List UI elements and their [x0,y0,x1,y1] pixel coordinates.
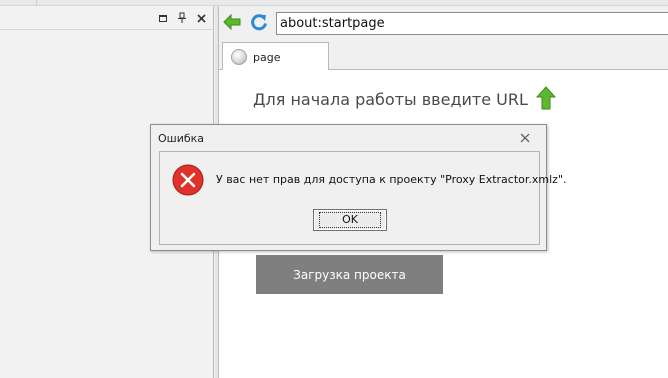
ok-button[interactable]: OK [313,209,387,231]
load-project-button[interactable]: Загрузка проекта [256,255,443,294]
up-arrow-icon[interactable] [535,86,557,110]
back-arrow-icon[interactable] [223,13,241,31]
tab-strip: page [219,38,668,71]
dialog-titlebar[interactable]: Ошибка [151,125,546,151]
close-icon[interactable] [195,12,207,24]
tab-label: page [253,50,281,64]
navigation-bar [219,6,668,38]
start-prompt: Для начала работы введите URL [253,90,528,109]
close-icon[interactable] [519,132,531,144]
error-dialog: Ошибка У вас нет прав для доступа к прое… [150,124,567,251]
url-input[interactable] [276,12,668,35]
left-panel-header [0,6,213,30]
globe-icon [231,49,247,65]
dialog-body: У вас нет прав для доступа к проекту "Pr… [159,151,567,245]
refresh-icon[interactable] [250,14,268,31]
tab-page[interactable]: page [222,42,329,71]
ok-button-label: OK [319,212,381,228]
pin-icon[interactable] [176,12,188,24]
dialog-message: У вас нет прав для доступа к проекту "Pr… [216,173,567,186]
maximize-icon[interactable] [157,12,169,24]
dialog-title: Ошибка [158,132,205,145]
error-icon [172,164,204,196]
